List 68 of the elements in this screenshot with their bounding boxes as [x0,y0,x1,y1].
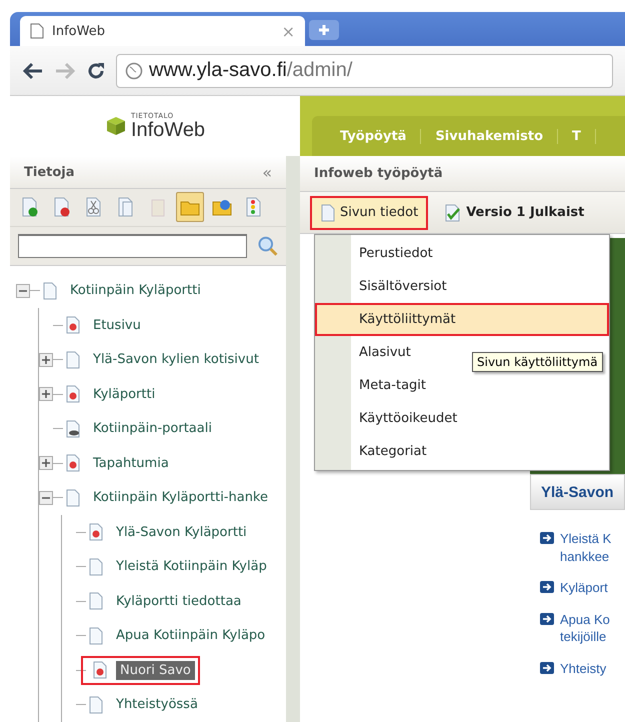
menu-item[interactable]: Käyttöliittymät [315,303,609,336]
new-tab-button[interactable] [309,20,339,40]
page-link[interactable]: Yleistä K hankkee [560,530,612,566]
url-path: /admin/ [286,59,352,81]
page-icon [88,696,104,714]
plus-icon [42,459,50,468]
tooltip: Sivun käyttöliittymä [472,352,603,372]
arrow-box-icon [540,612,554,625]
page-link[interactable]: Kyläport [560,579,608,597]
cube-logo-icon [104,116,127,136]
page-info-button[interactable]: Sivun tiedot [312,198,426,228]
page-icon [30,23,44,39]
collapse-toggle[interactable] [39,490,53,505]
version-button[interactable]: Versio 1 Julkaist [436,198,592,228]
page-icon [42,282,58,300]
tree-item[interactable]: Kotiinpäin-portaali [89,419,216,438]
search-field[interactable] [18,234,247,258]
menu-item[interactable]: Kategoriat [315,435,435,468]
browser-tab[interactable]: InfoWeb × [20,16,305,46]
tree-item[interactable]: Tapahtumia [89,454,173,473]
page-icon [320,204,336,222]
page-icon [88,626,104,645]
tree-item[interactable]: Yhteistyössä [112,695,202,714]
tree-item[interactable]: Kyläportti tiedottaa [112,592,246,611]
url-host: www.yla-savo.fi [149,59,287,81]
tree-item[interactable]: Nuori Savo [116,660,195,680]
panel-title: Tietoja [24,164,75,180]
tab-title: InfoWeb [52,24,106,38]
plus-icon [42,390,50,398]
cloud-page-icon [65,420,81,438]
menu-item[interactable]: Sisältöversiot [315,270,455,303]
tree-item[interactable]: Kyläportti [89,384,160,404]
globe-icon [125,62,143,80]
tree-item[interactable]: Kotiinpäin Kyläportti [66,281,205,300]
search-icon[interactable] [256,234,278,257]
tree-item[interactable]: Etusivu [89,316,145,335]
back-icon[interactable] [22,62,44,80]
menu-item[interactable]: Käyttöoikeudet [315,402,466,435]
expand-toggle[interactable] [39,352,53,367]
plus-icon [42,356,50,364]
arrow-box-icon [540,662,554,674]
tree-item[interactable]: Ylä-Savon Kyläportti [112,522,251,542]
tree-item[interactable]: Ylä-Savon kylien kotisivut [89,350,263,370]
menu-item[interactable]: Alasivut [315,336,419,369]
menu-item[interactable]: Perustiedot [315,237,441,270]
arrow-box-icon [540,532,554,544]
collapse-toggle[interactable] [16,284,30,298]
reload-icon[interactable] [86,60,106,80]
tree-item[interactable]: Yleistä Kotiinpäin Kyläp [112,557,271,576]
plus-icon [318,24,330,36]
expand-toggle[interactable] [39,387,53,402]
logo-name: InfoWeb [130,120,206,140]
menu-item[interactable]: Meta-tagit [315,369,434,402]
page-icon [88,592,104,610]
tree-item[interactable]: Kotiinpäin Kyläportti-hanke [89,488,272,508]
page-icon [88,558,104,576]
arrow-box-icon [540,581,554,594]
tree-item[interactable]: Apua Kotiinpäin Kyläpo [112,626,270,646]
checked-page-icon [444,204,462,222]
expand-toggle[interactable] [39,456,53,470]
page-link[interactable]: Yhteisty [560,660,606,678]
address-field[interactable]: www.yla-savo.fi/admin/ [116,54,613,88]
toolbar-button[interactable] [176,192,204,222]
page-icon [65,350,81,369]
panel-title: Infoweb työpöytä [314,166,443,181]
page-icon [65,488,81,507]
content-tab[interactable]: Ylä-Savon [530,474,625,510]
page-link[interactable]: Apua Ko tekijöille [560,610,610,646]
